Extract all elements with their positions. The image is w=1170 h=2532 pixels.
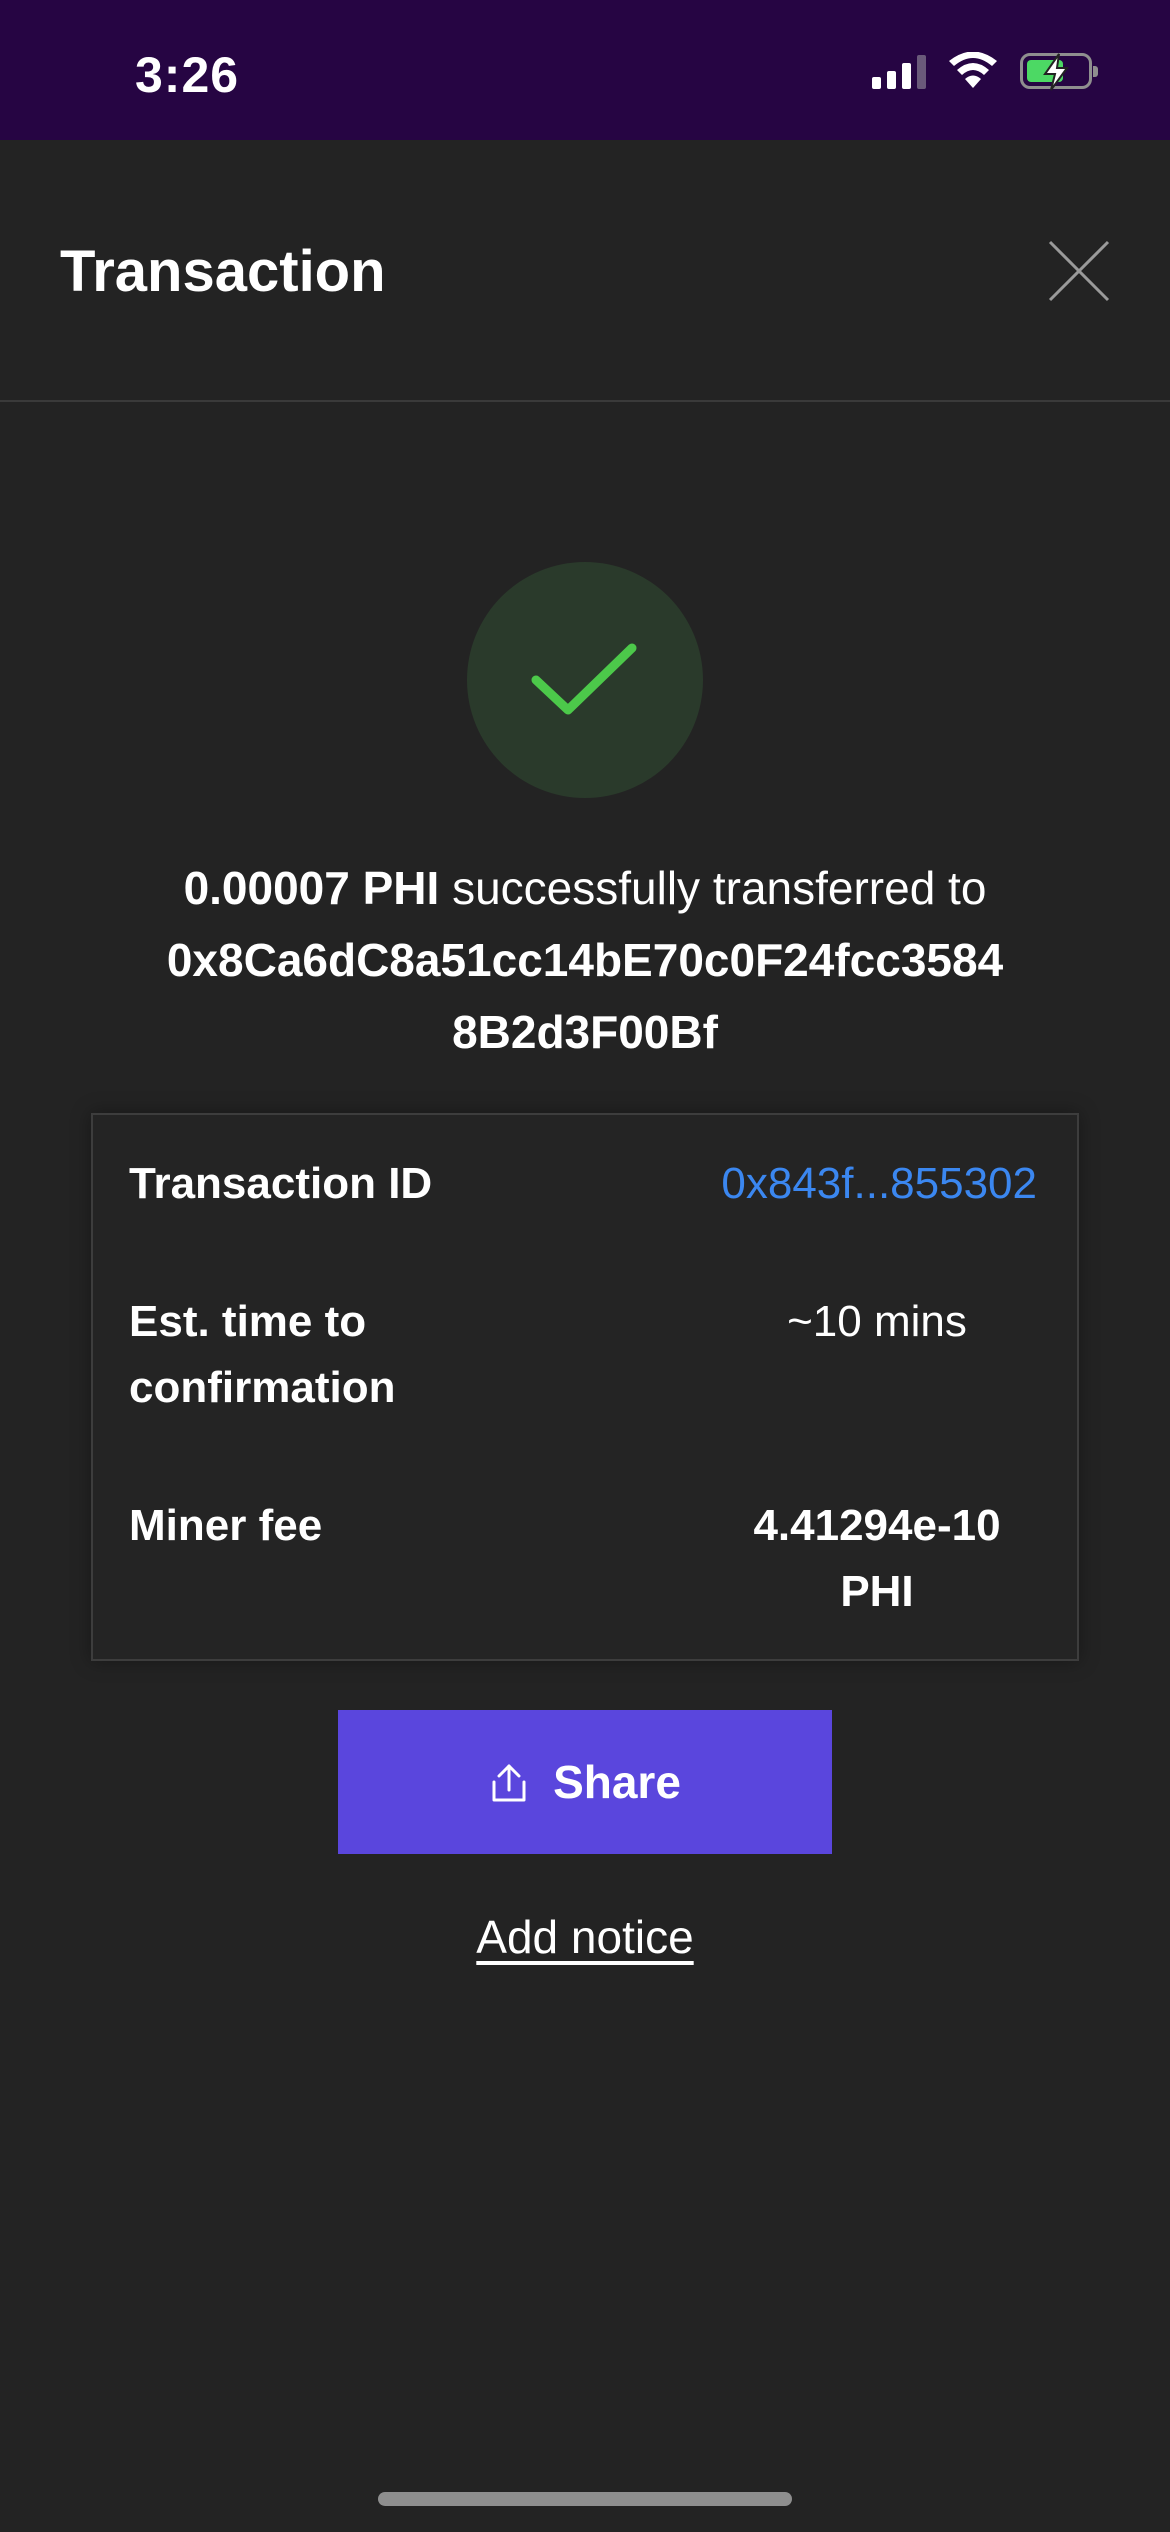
- header: Transaction: [0, 140, 1170, 402]
- success-badge: [467, 562, 703, 798]
- miner-fee-value: 4.41294e-10 PHI: [753, 1501, 1001, 1616]
- status-icons: [872, 52, 1098, 91]
- add-notice-link[interactable]: Add notice: [0, 1910, 1170, 1964]
- est-time-label: Est. time to confirmation: [129, 1297, 396, 1412]
- transfer-amount: 0.00007 PHI: [183, 862, 440, 914]
- success-message: 0.00007 PHI successfully transferred to …: [60, 852, 1110, 1068]
- page-title: Transaction: [60, 239, 386, 304]
- status-bar: 3:26: [0, 0, 1170, 140]
- share-icon: [492, 1764, 526, 1802]
- transaction-details-card: Transaction ID 0x843f...855302 Est. time…: [91, 1113, 1079, 1661]
- close-icon: [1048, 240, 1110, 302]
- recipient-address-line2: 8B2d3F00Bf: [452, 1006, 718, 1058]
- transaction-id-link[interactable]: 0x843f...855302: [617, 1151, 1037, 1217]
- wifi-icon: [949, 52, 997, 88]
- close-button[interactable]: [1044, 236, 1114, 306]
- home-indicator[interactable]: [378, 2492, 792, 2506]
- share-label: Share: [553, 1756, 681, 1808]
- checkmark-icon: [531, 643, 637, 715]
- status-time: 3:26: [135, 47, 240, 103]
- transfer-text: successfully transferred to: [439, 862, 987, 914]
- transfer-summary: 0.00007 PHI successfully transferred to: [60, 852, 1110, 924]
- miner-fee-label: Miner fee: [129, 1501, 323, 1550]
- cellular-signal-icon: [872, 53, 926, 89]
- battery-charging-icon: [1020, 53, 1098, 91]
- recipient-address-line1: 0x8Ca6dC8a51cc14bE70c0F24fcc3584: [166, 934, 1004, 986]
- transaction-id-label: Transaction ID: [129, 1159, 433, 1208]
- share-button[interactable]: Share: [338, 1710, 832, 1854]
- est-time-value: ~10 mins: [787, 1297, 967, 1346]
